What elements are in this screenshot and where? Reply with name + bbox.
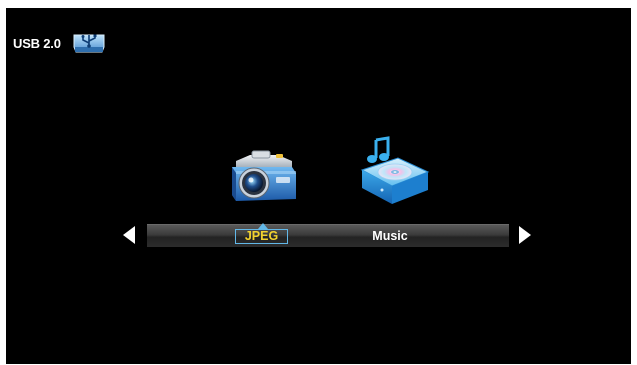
menu-item-jpeg[interactable]: JPEG	[235, 229, 288, 244]
usb-label: USB 2.0	[13, 36, 61, 51]
arrow-left-icon[interactable]	[122, 225, 136, 245]
arrow-right-icon[interactable]	[518, 225, 532, 245]
menu-item-music[interactable]: Music	[362, 229, 418, 244]
tv-screen: USB 2.0 JPEG Music	[6, 8, 631, 364]
camera-icon[interactable]	[228, 145, 298, 205]
media-menu-bar	[147, 224, 509, 247]
music-disc-icon[interactable]	[358, 136, 430, 206]
usb-drive-icon[interactable]	[72, 31, 106, 56]
